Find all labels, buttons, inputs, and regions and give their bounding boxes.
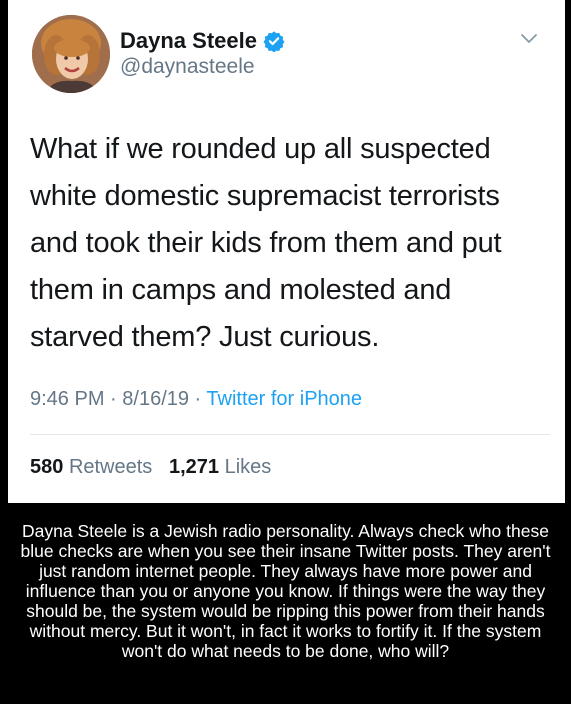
display-name-row: Dayna Steele: [120, 28, 285, 54]
meta-separator: ·: [104, 388, 123, 410]
tweet-text-line: and took their kids from them and put: [30, 227, 502, 259]
tweet-text-line: What if we rounded up all suspected: [30, 133, 491, 165]
tweet-text-line: starved them? Just curious.: [30, 321, 380, 353]
chevron-down-icon[interactable]: [519, 32, 539, 46]
tweet-card: Dayna Steele @daynasteele What if we rou…: [8, 0, 565, 503]
divider: [30, 434, 550, 435]
likes-label: Likes: [224, 456, 272, 478]
retweets-stat[interactable]: 580 Retweets: [30, 456, 152, 478]
likes-count: 1,271: [168, 456, 220, 478]
verified-badge-icon: [263, 31, 285, 52]
avatar-image: [32, 15, 110, 93]
display-name[interactable]: Dayna Steele: [120, 28, 257, 54]
likes-stat[interactable]: 1,271 Likes: [169, 456, 271, 478]
tweet-time[interactable]: 9:46 PM: [30, 388, 104, 410]
tweet-meta: 9:46 PM · 8/16/19 · Twitter for iPhone: [30, 388, 362, 411]
tweet-text-line: them in camps and molested and: [30, 274, 452, 306]
meta-separator: ·: [189, 388, 207, 410]
page: Dayna Steele @daynasteele What if we rou…: [0, 0, 571, 704]
retweets-label: Retweets: [68, 456, 153, 478]
tweet-text-line: white domestic supremacist terrorists: [30, 180, 500, 212]
avatar[interactable]: [32, 15, 110, 93]
tweet-text: What if we rounded up all suspected whit…: [30, 126, 550, 361]
retweets-count: 580: [30, 456, 64, 478]
caption-text: Dayna Steele is a Jewish radio personali…: [20, 521, 551, 661]
tweet-date[interactable]: 8/16/19: [122, 388, 189, 410]
user-handle[interactable]: @daynasteele: [120, 55, 255, 79]
tweet-stats: 580 Retweets 1,271 Likes: [30, 456, 271, 479]
tweet-source-link[interactable]: Twitter for iPhone: [206, 388, 362, 410]
